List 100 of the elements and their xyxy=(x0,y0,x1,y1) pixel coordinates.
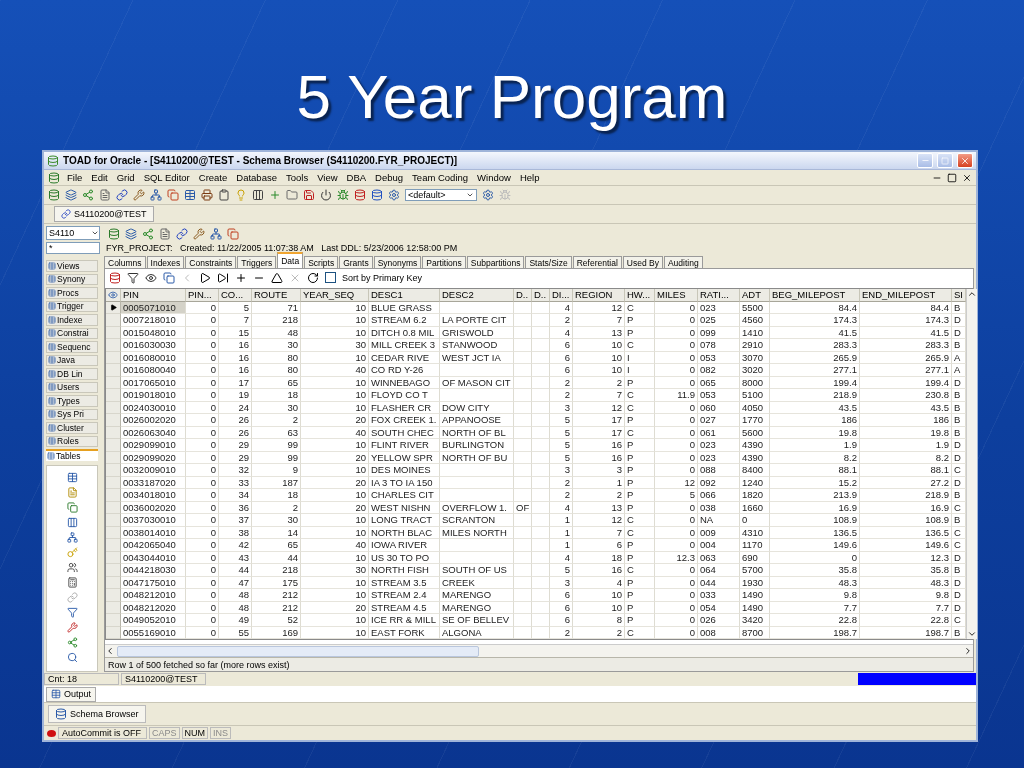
tab[interactable]: Indexes xyxy=(146,256,185,268)
wrench-icon[interactable] xyxy=(133,189,145,201)
column-header[interactable]: CO... xyxy=(219,289,252,302)
search-icon[interactable] xyxy=(66,651,78,663)
horizontal-scrollbar[interactable] xyxy=(105,644,973,657)
menu-item[interactable]: DBA xyxy=(344,172,369,183)
tab[interactable]: Auditing xyxy=(663,256,703,268)
copy-icon[interactable] xyxy=(227,227,239,240)
close-icon[interactable] xyxy=(962,172,972,183)
wrench-icon[interactable] xyxy=(193,227,205,240)
triangle-icon[interactable] xyxy=(271,271,283,284)
column-header[interactable]: BEG_MILEPOST xyxy=(770,289,860,302)
column-header[interactable]: SI xyxy=(952,289,966,302)
menu-item[interactable]: SQL Editor xyxy=(141,172,192,183)
share-icon[interactable] xyxy=(142,227,154,240)
tab[interactable]: Columns xyxy=(104,256,146,268)
object-type-tab[interactable]: Sys Pri xyxy=(46,408,98,420)
scroll-right-icon[interactable] xyxy=(963,646,973,656)
database-icon[interactable] xyxy=(48,171,60,184)
scroll-down-icon[interactable] xyxy=(967,629,977,639)
tab[interactable]: Synonyms xyxy=(373,256,422,268)
tab[interactable]: Subpartitions xyxy=(466,256,525,268)
database-icon[interactable] xyxy=(48,189,60,201)
column-header[interactable]: DESC2 xyxy=(440,289,514,302)
network-icon[interactable] xyxy=(150,189,162,201)
users-icon[interactable] xyxy=(66,561,78,573)
database-icon[interactable] xyxy=(108,227,120,240)
menu-item[interactable]: Team Coding xyxy=(410,172,471,183)
object-type-tab[interactable]: Tables xyxy=(46,449,98,461)
settings-icon[interactable] xyxy=(388,189,400,201)
columns-icon[interactable] xyxy=(252,189,264,201)
save-icon[interactable] xyxy=(303,189,315,201)
column-header[interactable]: MILES xyxy=(655,289,698,302)
tab[interactable]: Triggers xyxy=(237,256,277,268)
tab[interactable]: Partitions xyxy=(422,256,466,268)
tab[interactable]: Stats/Size xyxy=(525,256,572,268)
layers-icon[interactable] xyxy=(65,189,77,201)
link-icon[interactable] xyxy=(116,189,128,201)
vertical-scrollbar[interactable] xyxy=(966,289,977,639)
menu-item[interactable]: Debug xyxy=(373,172,406,183)
database-icon[interactable] xyxy=(109,271,121,284)
plus-icon[interactable] xyxy=(235,271,247,284)
filter-field[interactable]: * xyxy=(46,242,100,254)
object-type-tab[interactable]: Trigger xyxy=(46,300,98,312)
layers-icon[interactable] xyxy=(125,227,137,240)
column-header[interactable]: DI... xyxy=(550,289,573,302)
dropdown-field[interactable]: <default> xyxy=(405,189,477,201)
document-icon[interactable] xyxy=(99,189,111,201)
wrench-icon[interactable] xyxy=(66,621,78,633)
filter-icon[interactable] xyxy=(127,271,139,284)
menu-item[interactable]: Database xyxy=(234,172,279,183)
menu-item[interactable]: Create xyxy=(196,172,230,183)
scroll-up-icon[interactable] xyxy=(967,289,977,299)
database-icon[interactable] xyxy=(371,189,383,201)
checkbox[interactable] xyxy=(325,272,336,283)
last-icon[interactable] xyxy=(217,271,229,284)
object-type-tab[interactable]: Procs xyxy=(46,287,98,299)
menu-item[interactable]: Edit xyxy=(89,172,110,183)
table-icon[interactable] xyxy=(51,689,61,699)
play-icon[interactable] xyxy=(199,271,211,284)
schema-dropdown[interactable]: S4110 xyxy=(46,226,100,240)
copy-icon[interactable] xyxy=(163,271,175,284)
share-icon[interactable] xyxy=(82,189,94,201)
object-type-tab[interactable]: Synony xyxy=(46,273,98,285)
object-type-tab[interactable]: Roles xyxy=(46,435,98,447)
scroll-thumb[interactable] xyxy=(117,645,479,657)
object-type-tab[interactable]: Cluster xyxy=(46,422,98,434)
database-icon[interactable] xyxy=(55,708,67,720)
folder-icon[interactable] xyxy=(286,189,298,201)
column-header[interactable]: ROUTE xyxy=(252,289,301,302)
lightbulb-icon[interactable] xyxy=(235,189,247,201)
database-icon[interactable] xyxy=(354,189,366,201)
column-header[interactable]: DESC1 xyxy=(369,289,440,302)
menu-item[interactable]: Window xyxy=(475,172,513,183)
column-header[interactable]: D.. xyxy=(514,289,532,302)
printer-icon[interactable] xyxy=(201,189,213,201)
object-type-tab[interactable]: DB Lin xyxy=(46,368,98,380)
share-icon[interactable] xyxy=(66,636,78,648)
column-header[interactable]: REGION xyxy=(573,289,625,302)
copy-icon[interactable] xyxy=(167,189,179,201)
link-icon[interactable] xyxy=(61,209,71,219)
object-type-tab[interactable]: Indexe xyxy=(46,314,98,326)
tab[interactable]: Grants xyxy=(339,256,373,268)
connection-tab[interactable]: S4110200@TEST xyxy=(54,206,154,222)
menu-item[interactable]: File xyxy=(65,172,85,183)
scroll-left-icon[interactable] xyxy=(105,646,115,656)
column-header[interactable]: PIN xyxy=(121,289,186,302)
settings-icon[interactable] xyxy=(482,189,494,201)
tab[interactable]: Scripts xyxy=(304,256,339,268)
power-icon[interactable] xyxy=(320,189,332,201)
menu-item[interactable]: View xyxy=(315,172,340,183)
clipboard-icon[interactable] xyxy=(218,189,230,201)
menu-item[interactable]: Grid xyxy=(114,172,137,183)
column-header[interactable]: YEAR_SEQ xyxy=(301,289,369,302)
table-icon[interactable] xyxy=(184,189,196,201)
tab[interactable]: Data xyxy=(277,252,304,268)
tab[interactable]: Referential xyxy=(572,256,622,268)
column-header[interactable]: D.. xyxy=(532,289,550,302)
object-type-tab[interactable]: Sequenc xyxy=(46,341,98,353)
column-header[interactable]: ADT xyxy=(740,289,770,302)
